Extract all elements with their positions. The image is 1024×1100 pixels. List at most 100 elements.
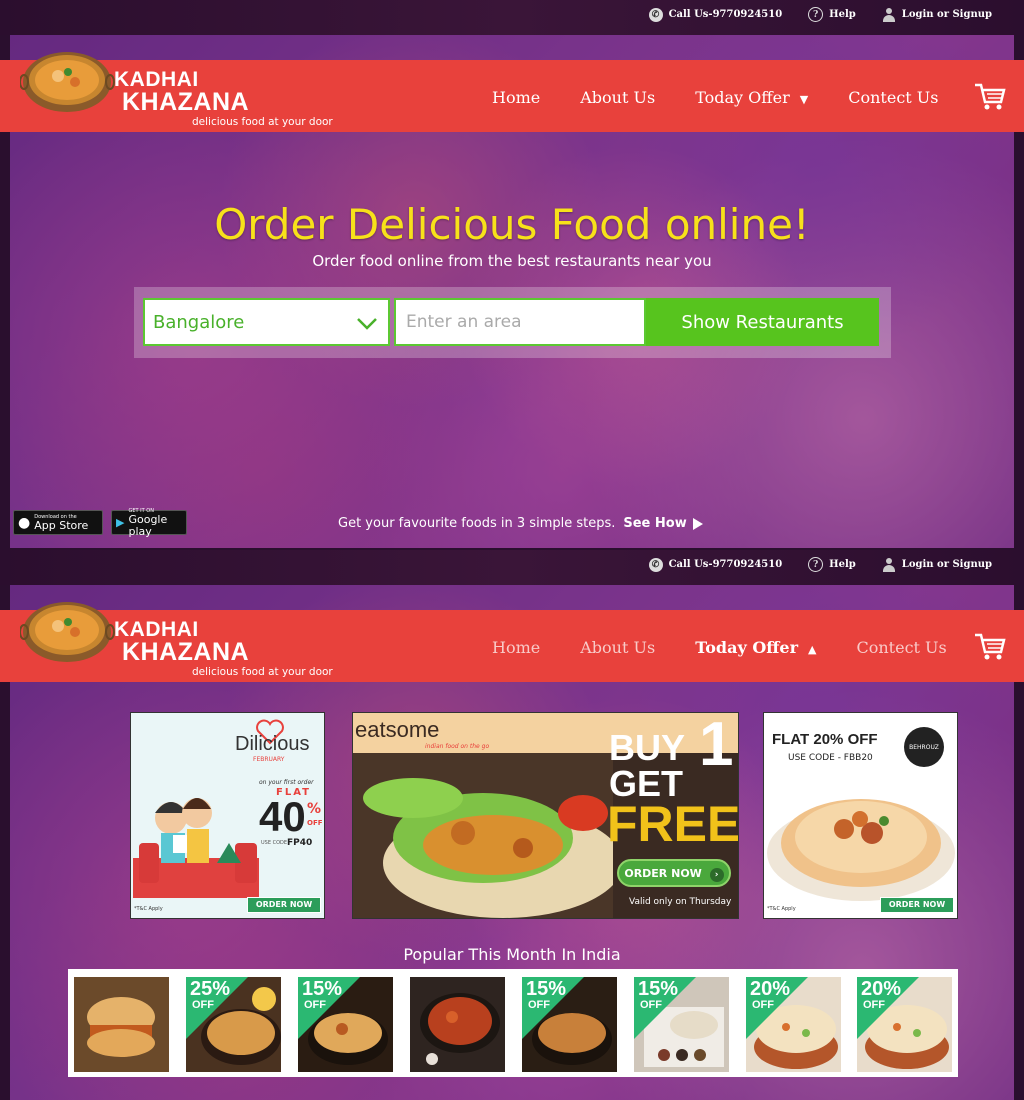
brand-line2: KHAZANA <box>122 88 250 116</box>
behrouz-badge-text: BEHROUZ <box>909 743 939 751</box>
biryani-plate-image <box>767 799 955 901</box>
eatsome-valid: Valid only on Thursday <box>629 897 732 907</box>
cart-icon[interactable] <box>974 632 1006 662</box>
login-text: Login or Signup <box>901 9 992 20</box>
eatsome-free: FREE <box>607 796 739 852</box>
help-link[interactable]: ? Help <box>808 7 856 22</box>
app-store-badge[interactable]: ● Download on the App Store <box>13 510 103 535</box>
vada-pav-image <box>74 977 169 1072</box>
eatsome-one: 1 <box>699 712 734 779</box>
offer-card-dilicious[interactable]: Dilicious FEBRUARY on your first order F… <box>130 712 325 919</box>
discount-off: OFF <box>752 999 774 1011</box>
login-link[interactable]: Login or Signup <box>882 557 992 572</box>
help-text: Help <box>829 559 856 570</box>
discount-pct: 25% <box>190 978 231 1000</box>
dilicious-off: OFF <box>307 819 323 827</box>
wrap-food-image <box>353 753 613 918</box>
call-text: Call Us-9770924510 <box>668 559 783 570</box>
cart-icon[interactable] <box>974 82 1006 112</box>
navbar: KADHAI KHAZANA delicious food at your do… <box>0 602 1024 682</box>
see-how-label: See How <box>623 516 687 531</box>
steps-text: Get your favourite foods in 3 simple ste… <box>338 516 616 531</box>
nav-today-offer-label: Today Offer <box>695 638 799 657</box>
behrouz-headline: FLAT 20% OFF <box>772 731 878 748</box>
top-strip: ✆ Call Us-9770924510 ? Help Login or Sig… <box>0 0 1024 35</box>
brand-tagline: delicious food at your door <box>192 666 333 678</box>
curry-bowl-image <box>410 977 505 1072</box>
discount-pct: 20% <box>750 978 791 1000</box>
show-restaurants-button[interactable]: Show Restaurants <box>646 298 879 346</box>
nav-home[interactable]: Home <box>492 638 540 657</box>
discount-off: OFF <box>528 999 550 1011</box>
app-store-big: App Store <box>34 518 89 532</box>
popular-title: Popular This Month In India <box>403 945 621 964</box>
dilicious-brand: Dilicious <box>235 733 310 755</box>
discount-off: OFF <box>863 999 885 1011</box>
help-icon: ? <box>808 7 824 22</box>
phone-icon: ✆ <box>648 7 663 22</box>
dilicious-order-now-button[interactable]: ORDER NOW <box>247 897 321 913</box>
help-link[interactable]: ? Help <box>808 557 856 572</box>
top-links: ✆ Call Us-9770924510 ? Help Login or Sig… <box>648 7 992 22</box>
google-play-icon: ▶ <box>116 516 125 529</box>
discount-off: OFF <box>304 999 326 1011</box>
nav-today-offer-label: Today Offer <box>695 88 790 107</box>
popular-item[interactable]: 15% OFF <box>634 977 729 1072</box>
brand-tagline: delicious food at your door <box>192 116 333 128</box>
popular-item[interactable] <box>74 977 169 1072</box>
nav-home[interactable]: Home <box>492 88 540 107</box>
nav-about[interactable]: About Us <box>580 88 655 107</box>
dilicious-pctsign: % <box>307 801 322 817</box>
nav-today-offer[interactable]: Today Offer ▲ <box>695 638 816 657</box>
offer-card-eatsome[interactable]: eatsome indian food on the go BUY 1 GET … <box>352 712 739 919</box>
caret-down-icon: ▼ <box>799 93 809 106</box>
brand-line2: KHAZANA <box>122 638 250 666</box>
dilicious-first-order: on your first order <box>259 779 314 786</box>
popular-item[interactable]: 15% OFF <box>522 977 617 1072</box>
discount-pct: 15% <box>638 978 679 1000</box>
main-nav: Home About Us Today Offer ▲ Contect Us <box>492 638 987 657</box>
call-link[interactable]: ✆ Call Us-9770924510 <box>648 557 783 572</box>
popular-item[interactable]: 15% OFF <box>298 977 393 1072</box>
eatsome-order-now-button[interactable]: ORDER NOW › <box>617 859 731 887</box>
popular-item[interactable]: 20% OFF <box>857 977 952 1072</box>
dilicious-code: FP40 <box>287 838 313 848</box>
behrouz-order-now-button[interactable]: ORDER NOW <box>880 897 954 913</box>
top-links: ✆ Call Us-9770924510 ? Help Login or Sig… <box>648 557 992 572</box>
play-icon <box>692 517 703 530</box>
kadhai-dish-logo-icon[interactable] <box>20 594 115 664</box>
hero-title: Order Delicious Food online! <box>214 200 810 249</box>
chevron-down-icon <box>357 318 377 330</box>
dilicious-sub: FEBRUARY <box>253 756 285 763</box>
apple-icon: ● <box>18 514 31 531</box>
user-icon <box>882 557 896 572</box>
popular-item[interactable] <box>410 977 505 1072</box>
top-strip: ✆ Call Us-9770924510 ? Help Login or Sig… <box>0 550 1024 585</box>
hero-subtitle: Order food online from the best restaura… <box>312 252 712 270</box>
login-text: Login or Signup <box>901 559 992 570</box>
google-play-badge[interactable]: ▶ GET IT ON Google play <box>111 508 187 537</box>
discount-off: OFF <box>192 999 214 1011</box>
popular-item[interactable]: 25% OFF <box>186 977 281 1072</box>
popular-item[interactable]: 20% OFF <box>746 977 841 1072</box>
area-input[interactable] <box>394 298 646 346</box>
behrouz-tc: *T&C Apply <box>767 906 796 912</box>
call-text: Call Us-9770924510 <box>668 9 783 20</box>
login-link[interactable]: Login or Signup <box>882 7 992 22</box>
offer-card-behrouz[interactable]: FLAT 20% OFF USE CODE - FBB20 BEHROUZ *T… <box>763 712 958 919</box>
navbar: KADHAI KHAZANA delicious food at your do… <box>0 52 1024 132</box>
discount-pct: 15% <box>302 978 343 1000</box>
behrouz-badge: BEHROUZ <box>904 727 944 767</box>
see-how-link[interactable]: See How <box>623 516 703 531</box>
nav-contact[interactable]: Contect Us <box>857 638 947 657</box>
discount-pct: 15% <box>526 978 567 1000</box>
behrouz-code: USE CODE - FBB20 <box>788 753 873 763</box>
nav-contact[interactable]: Contect Us <box>848 88 938 107</box>
nav-today-offer[interactable]: Today Offer ▼ <box>695 88 808 107</box>
call-link[interactable]: ✆ Call Us-9770924510 <box>648 7 783 22</box>
eatsome-order-label: ORDER NOW <box>624 867 702 880</box>
nav-about[interactable]: About Us <box>580 638 655 657</box>
eatsome-brand: eatsome <box>355 717 440 742</box>
kadhai-dish-logo-icon[interactable] <box>20 44 115 114</box>
city-select[interactable]: Bangalore <box>143 298 390 346</box>
